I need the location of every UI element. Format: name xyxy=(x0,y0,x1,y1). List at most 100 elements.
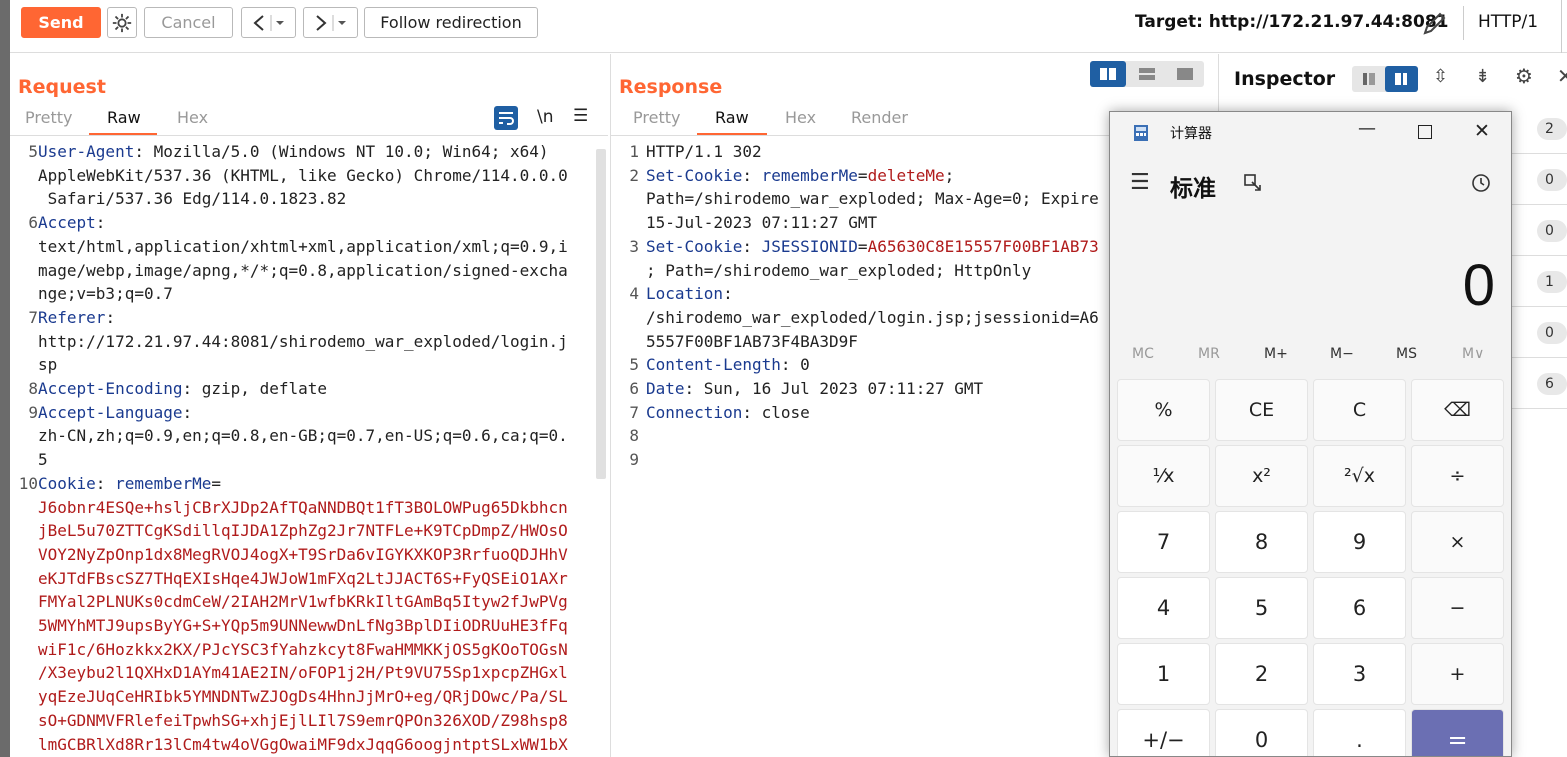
code-segment: 5 xyxy=(38,450,48,470)
maximize-button[interactable] xyxy=(1418,125,1432,139)
calc-key[interactable]: × xyxy=(1411,511,1504,573)
collapse-icon[interactable]: ⇟ xyxy=(1475,66,1490,87)
cancel-button[interactable]: Cancel xyxy=(144,7,233,38)
calculator-app-icon xyxy=(1134,125,1148,141)
follow-redirection-button[interactable]: Follow redirection xyxy=(364,7,538,38)
calc-key[interactable]: % xyxy=(1117,379,1210,441)
code-segment: http://172.21.97.44:8081/shirodemo_war_e… xyxy=(38,331,568,351)
active-tab-underline xyxy=(697,133,767,135)
history-icon[interactable] xyxy=(1470,172,1492,194)
calc-key[interactable]: x² xyxy=(1215,445,1308,507)
inspector-layout-switch xyxy=(1352,66,1418,92)
code-segment: AppleWebKit/537.36 (KHTML, like Gecko) C… xyxy=(38,165,568,185)
wrap-icon xyxy=(499,112,514,125)
memory-button[interactable]: M+ xyxy=(1264,346,1288,362)
calc-key[interactable]: ²√x xyxy=(1313,445,1406,507)
code-segment: /shirodemo_war_exploded/login.jsp;jsessi… xyxy=(646,307,1099,327)
menu-icon[interactable]: ☰ xyxy=(573,106,588,126)
calc-key[interactable]: 2 xyxy=(1215,643,1308,705)
response-tab-render[interactable]: Render xyxy=(851,108,908,127)
calc-key[interactable]: +/− xyxy=(1117,709,1210,756)
response-tab-hex[interactable]: Hex xyxy=(785,108,816,127)
send-settings-button[interactable] xyxy=(107,7,137,38)
count-badge: 0 xyxy=(1537,322,1567,344)
code-line: Set-Cookie: rememberMe=deleteMe; xyxy=(646,164,954,188)
memory-button[interactable]: MS xyxy=(1396,346,1417,362)
calc-key[interactable]: 4 xyxy=(1117,577,1210,639)
code-segment: Connection xyxy=(646,402,743,422)
close-button[interactable]: ✕ xyxy=(1474,120,1490,142)
code-line: zh-CN,zh;q=0.9,en;q=0.8,en-GB;q=0.7,en-U… xyxy=(38,424,568,448)
word-wrap-toggle[interactable] xyxy=(494,106,518,130)
code-segment: = xyxy=(211,473,222,493)
code-segment: deleteMe xyxy=(867,165,945,185)
request-tab-raw[interactable]: Raw xyxy=(107,108,141,127)
close-icon[interactable]: ✕ xyxy=(1557,64,1567,88)
keep-on-top-icon[interactable] xyxy=(1243,173,1263,193)
chevron-right-icon xyxy=(315,14,346,31)
calc-key[interactable]: C xyxy=(1313,379,1406,441)
single-pane-icon xyxy=(1177,68,1193,80)
newline-toggle[interactable]: \n xyxy=(537,107,554,127)
calc-key[interactable]: − xyxy=(1411,577,1504,639)
inspector-dock-left-button[interactable] xyxy=(1352,66,1385,92)
memory-button[interactable]: MR xyxy=(1198,346,1220,362)
inspector-settings-icon[interactable]: ⚙ xyxy=(1515,64,1533,88)
calc-key[interactable]: 9 xyxy=(1313,511,1406,573)
expand-icon[interactable]: ⇳ xyxy=(1433,66,1448,87)
code-line: mage/webp,image/apng,*/*;q=0.8,applicati… xyxy=(38,259,568,283)
history-back-button[interactable] xyxy=(241,7,296,38)
calc-key[interactable]: ÷ xyxy=(1411,445,1504,507)
inspector-title: Inspector xyxy=(1234,68,1336,90)
calc-key[interactable]: CE xyxy=(1215,379,1308,441)
calc-key[interactable]: + xyxy=(1411,643,1504,705)
code-segment: : xyxy=(723,284,733,304)
code-line: Cookie: rememberMe= xyxy=(38,472,221,496)
history-forward-button[interactable] xyxy=(303,7,358,38)
calc-key[interactable]: . xyxy=(1313,709,1406,756)
line-number: 6 xyxy=(28,213,38,233)
request-panel: Request Pretty Raw Hex \n ☰ 5 User-Agent:… xyxy=(10,54,608,757)
calc-key[interactable]: 1 xyxy=(1117,643,1210,705)
code-segment: sO+GDNMVFRlefeiTpwhSG+xhjEjlLIl7S9emrQPO… xyxy=(38,710,568,730)
calculator-display: 0 xyxy=(1462,253,1495,318)
memory-button[interactable]: MC xyxy=(1132,346,1154,362)
send-button[interactable]: Send xyxy=(21,7,101,38)
hamburger-menu-icon[interactable]: ☰ xyxy=(1130,170,1150,195)
calc-key[interactable]: ¹⁄x xyxy=(1117,445,1210,507)
http-version-label[interactable]: HTTP/1 xyxy=(1478,12,1538,32)
minimize-button[interactable]: — xyxy=(1358,118,1376,139)
response-tab-raw[interactable]: Raw xyxy=(715,108,749,127)
code-segment: VOY2NyZpOnp1dx8MegRVOJ4ogX+T9SrDa6vIGYKX… xyxy=(38,544,568,564)
request-tab-pretty[interactable]: Pretty xyxy=(25,108,72,127)
calc-key[interactable]: 5 xyxy=(1215,577,1308,639)
memory-button[interactable]: M∨ xyxy=(1462,346,1484,362)
layout-stacked-button[interactable] xyxy=(1129,61,1165,87)
memory-button[interactable]: M− xyxy=(1330,346,1354,362)
code-segment: Accept-Language xyxy=(38,402,183,422)
panel-left-icon xyxy=(1363,73,1375,85)
code-segment: zh-CN,zh;q=0.9,en;q=0.8,en-GB;q=0.7,en-U… xyxy=(38,426,568,446)
layout-side-by-side-button[interactable] xyxy=(1090,61,1126,87)
request-editor[interactable]: 5 User-Agent: Mozilla/5.0 (Windows NT 10.… xyxy=(10,136,608,757)
code-segment: J6obnr4ESQe+hsljCBrXJDp2AfTQaNNDBQt1fT3B… xyxy=(38,497,568,517)
inspector-dock-right-button[interactable] xyxy=(1385,66,1418,92)
calc-key[interactable]: 0 xyxy=(1215,709,1308,756)
calc-key[interactable]: 3 xyxy=(1313,643,1406,705)
calc-key[interactable]: 6 xyxy=(1313,577,1406,639)
edit-target-button[interactable] xyxy=(1420,10,1448,38)
request-scrollbar[interactable] xyxy=(596,149,606,479)
count-badge: 6 xyxy=(1537,373,1567,395)
calc-key[interactable]: 7 xyxy=(1117,511,1210,573)
code-segment: Referer xyxy=(38,307,106,327)
code-segment: rememberMe xyxy=(115,473,212,493)
calc-key[interactable]: ⌫ xyxy=(1411,379,1504,441)
response-tab-pretty[interactable]: Pretty xyxy=(633,108,680,127)
calc-key[interactable]: 8 xyxy=(1215,511,1308,573)
layout-single-button[interactable] xyxy=(1167,61,1203,87)
calc-key[interactable]: = xyxy=(1411,709,1504,756)
code-line: lmGCBRlXd8Rr13lCm4tw4oVGgOwaiMF9dxJqqG6o… xyxy=(38,733,568,757)
code-line: Accept-Language: xyxy=(38,401,192,425)
request-tab-hex[interactable]: Hex xyxy=(177,108,208,127)
code-segment: = xyxy=(857,165,868,185)
